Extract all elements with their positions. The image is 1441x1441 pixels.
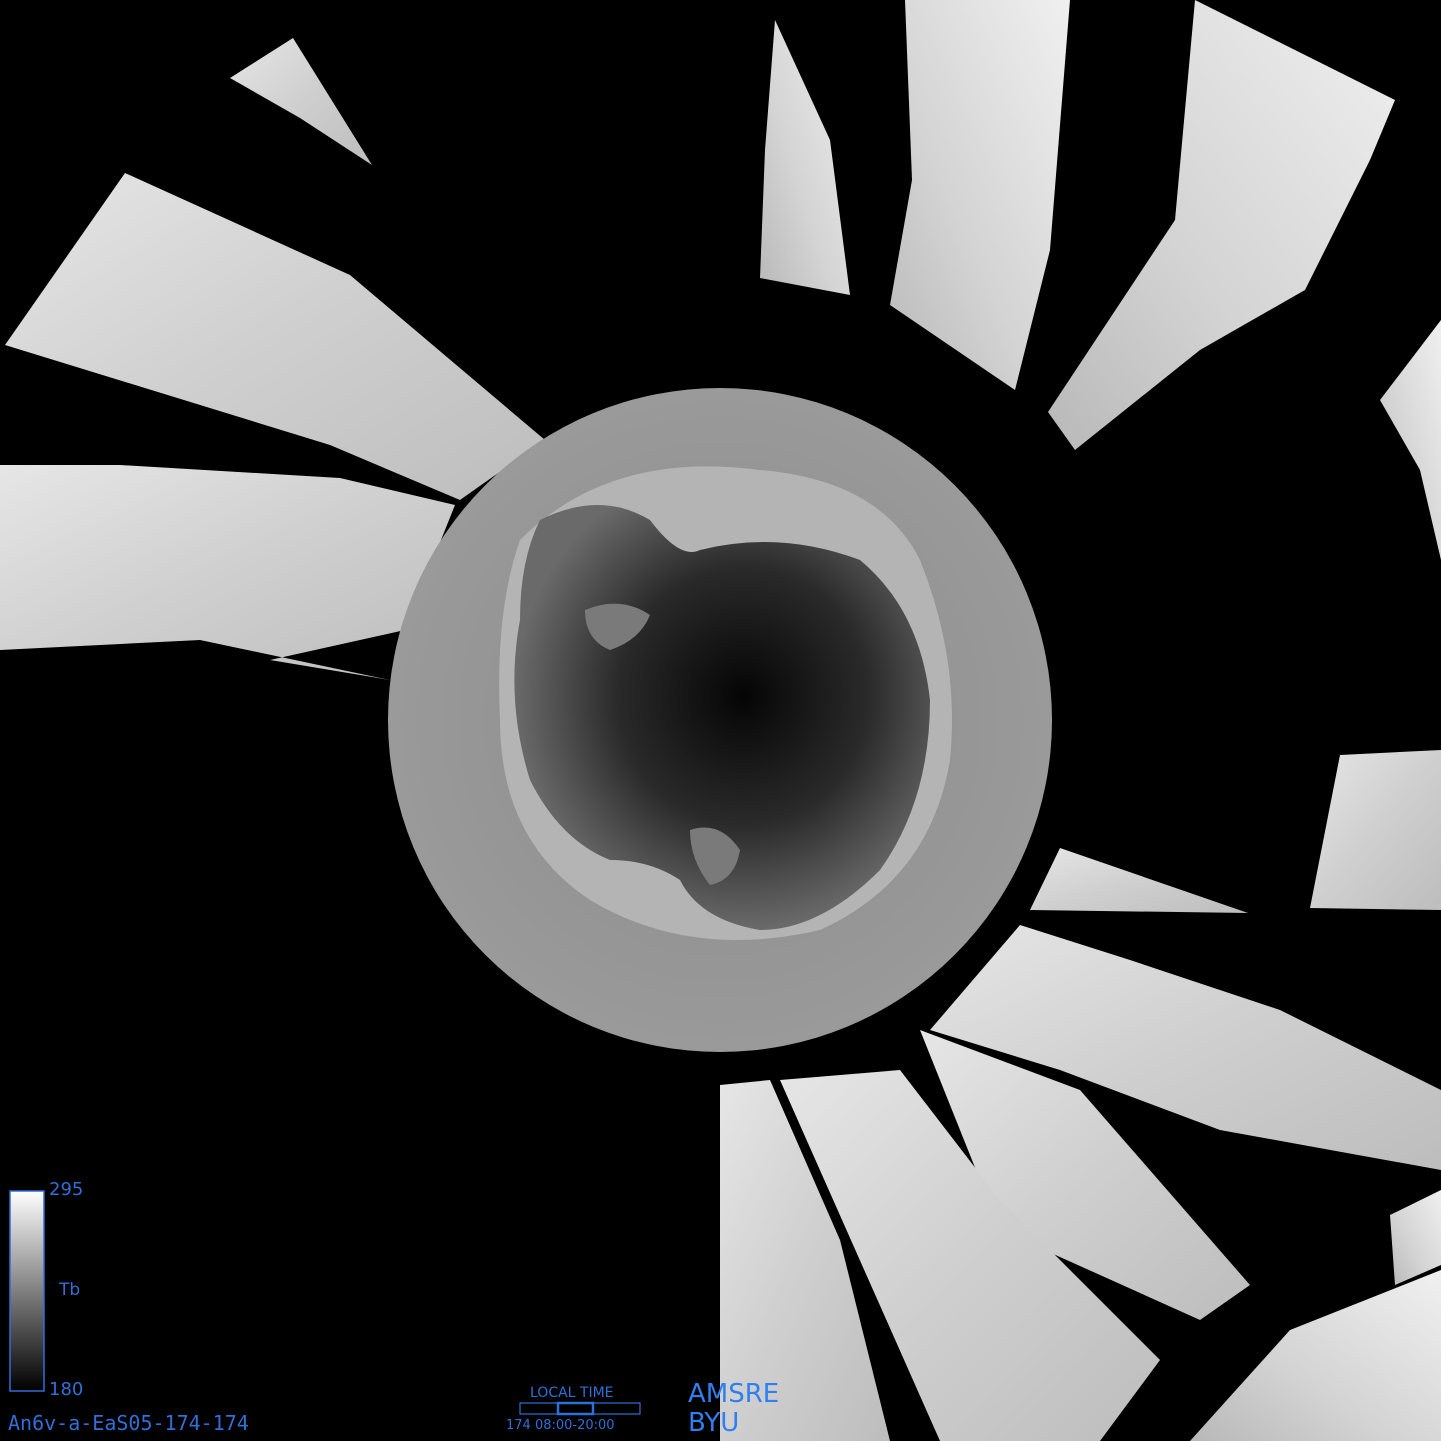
colorbar-min-label: 180 [49,1379,84,1400]
local-time-window [556,1401,595,1416]
local-time-value: 174 08:00-20:00 [506,1418,615,1433]
sensor-label: AMSRE [688,1379,780,1409]
swath [1030,848,1248,913]
swath [890,0,1070,390]
swath [1048,0,1395,450]
colorbar-quantity-label: Tb [59,1280,81,1300]
swath [5,173,545,500]
brightness-temperature-map [0,0,1441,1441]
colorbar [9,1190,45,1392]
local-time-indicator [519,1401,641,1416]
swath [760,20,850,295]
swath [1310,750,1441,910]
swath [230,38,372,165]
local-time-title: LOCAL TIME [530,1385,614,1401]
local-time-bar [519,1402,641,1415]
swath [0,465,455,680]
product-id-label: An6v-a-EaS05-174-174 [8,1411,249,1435]
organization-label: BYU [688,1408,740,1438]
polar-disk [388,388,1052,1052]
swath [1390,1190,1441,1285]
colorbar-max-label: 295 [49,1179,84,1200]
swath [1380,320,1441,560]
colorbar-gradient [9,1190,45,1392]
